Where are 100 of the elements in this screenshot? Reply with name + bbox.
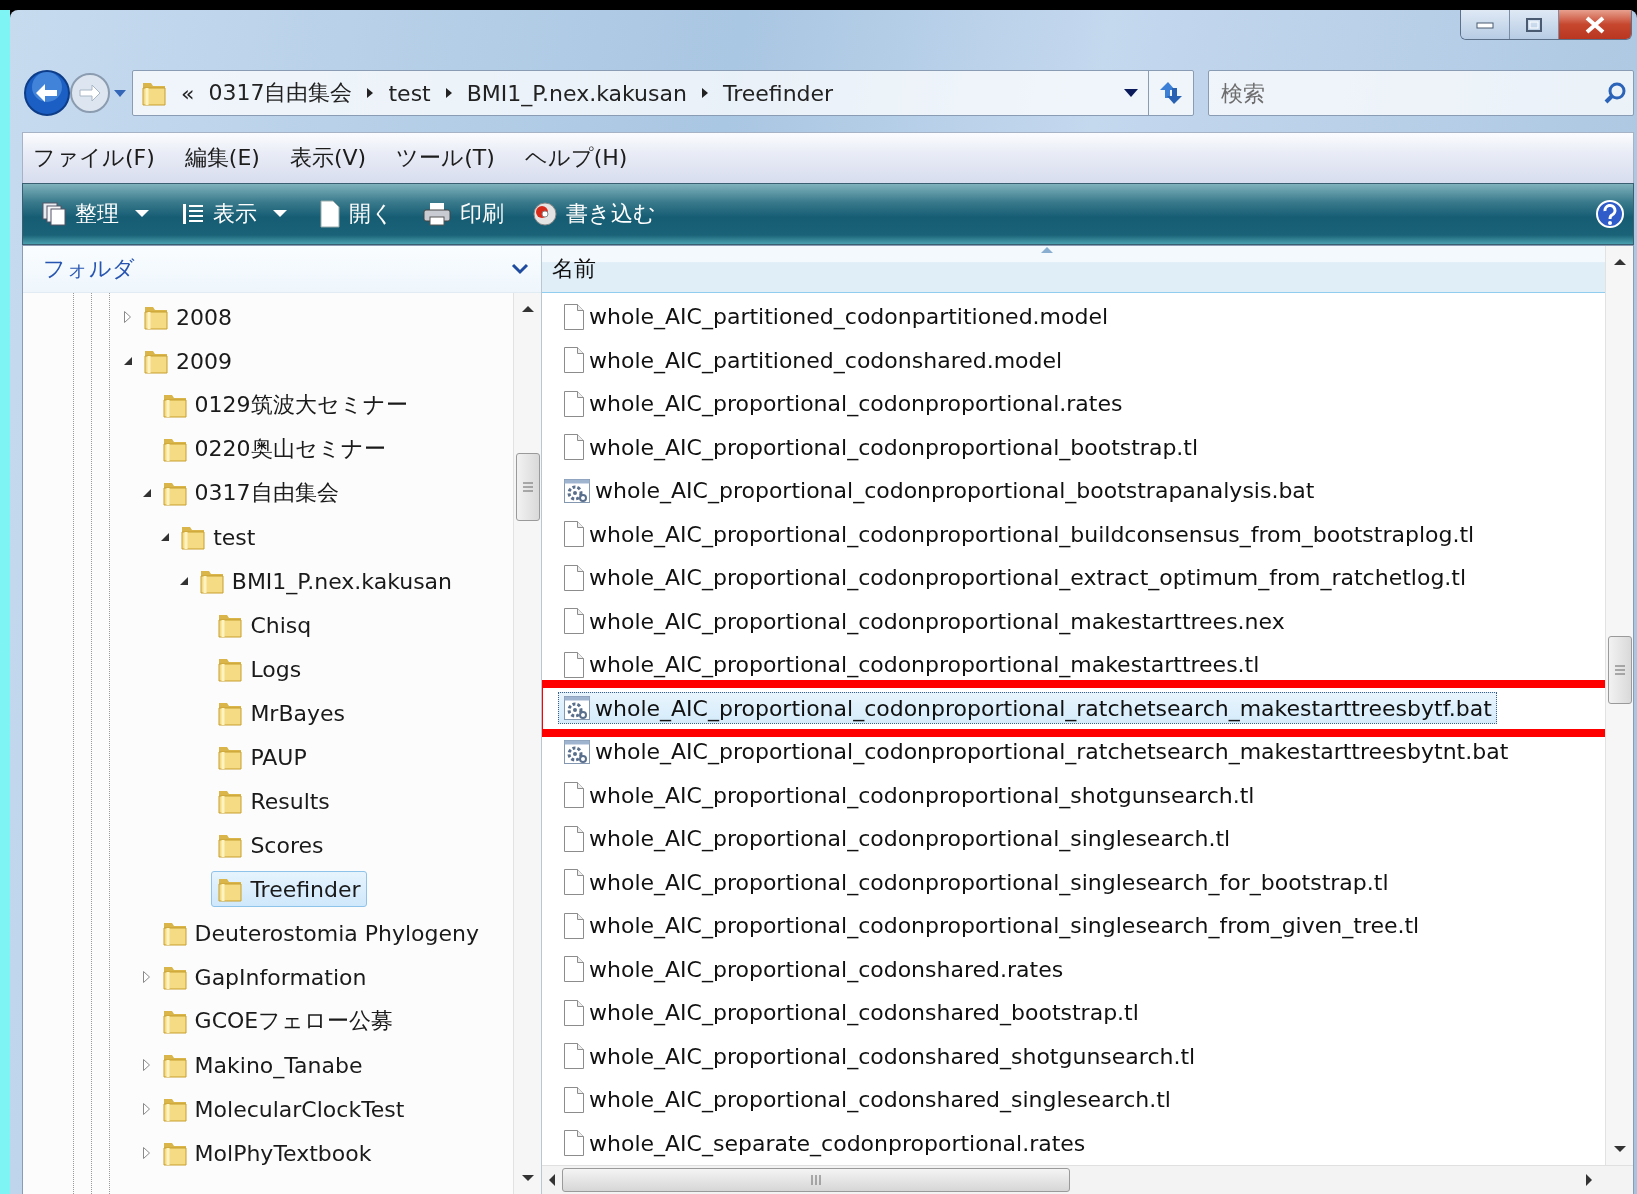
document-icon [563,868,585,897]
scrollbar-thumb[interactable] [562,1168,1070,1192]
document-icon [563,346,585,375]
file-list-item[interactable]: whole_AIC_proportional_codonshared.rates [558,952,1069,987]
minimize-button[interactable] [1461,10,1510,39]
document-icon [563,302,585,331]
collapse-arrow-icon[interactable] [123,356,133,366]
document-icon [563,520,585,549]
document-icon [563,781,585,810]
breadcrumb[interactable]: BMI1_P.nex.kakusan [466,80,687,106]
scroll-left-arrow-icon[interactable] [548,1173,556,1187]
dropdown-caret-icon[interactable] [1124,89,1138,97]
maximize-button[interactable] [1510,10,1559,39]
folder-tree-item[interactable]: 0129筑波大セミナー [155,386,414,424]
search-field[interactable]: 検索 [1219,79,1603,107]
menu-item[interactable]: ヘルプ(H) [524,143,628,173]
minimize-icon [1476,20,1494,29]
file-list-item[interactable]: whole_AIC_proportional_codonshared_bootstrap.tl [558,995,1144,1030]
expand-arrow-icon[interactable] [123,310,133,324]
file-list-item[interactable]: whole_AIC_proportional_codonproportional_ratchetsearch_makestarttreesbytf.bat [558,692,1497,725]
folder-tree-item[interactable]: MrBayes [211,695,351,731]
folder-tree-item[interactable]: 0220奥山セミナー [155,430,392,468]
breadcrumb[interactable]: 0317自由集会 [208,78,353,108]
folder-tree-item[interactable]: Makino_Tanabe [155,1047,369,1083]
scroll-right-arrow-icon[interactable] [1585,1173,1593,1187]
folder-tree-item[interactable]: 0317自由集会 [155,474,345,512]
toolbar-button[interactable]: 印刷 [418,195,508,233]
file-list-item[interactable]: whole_AIC_separate_codonproportional.rates [558,1126,1091,1161]
folder-tree-item[interactable]: Results [211,783,336,819]
collapse-arrow-icon[interactable] [141,488,152,498]
menu-item[interactable]: ツール(T) [396,143,495,173]
expand-arrow-icon[interactable] [141,970,152,984]
expand-arrow-icon[interactable] [141,1058,152,1072]
file-list-item[interactable]: whole_AIC_proportional_codonproportional_makestarttrees.nex [558,604,1290,639]
expand-arrow-icon[interactable] [141,1146,152,1160]
file-list-item[interactable]: whole_AIC_proportional_codonproportional_extract_optimum_from_ratchetlog.tl [558,560,1472,595]
breadcrumb-overflow[interactable]: « [181,80,195,106]
breadcrumb-arrow-icon[interactable] [700,87,709,99]
scroll-up-arrow-icon[interactable] [520,305,535,313]
search-box[interactable]: 検索 [1208,70,1634,116]
document-icon [563,911,585,940]
document-icon [563,650,585,679]
document-icon [563,389,585,418]
expand-arrow-icon[interactable] [141,1102,152,1116]
scrollbar-thumb[interactable] [1607,636,1632,704]
toolbar-button[interactable]: 開く [315,195,398,233]
folder-tree-item[interactable]: Logs [211,651,308,687]
folder-tree-item[interactable]: Treefinder [211,871,367,907]
file-list-item[interactable]: whole_AIC_proportional_codonproportional_bootstrapanalysis.bat [558,474,1320,507]
file-list-item[interactable]: whole_AIC_proportional_codonproportional_bootstrap.tl [558,430,1204,465]
file-list-item[interactable]: whole_AIC_proportional_codonshared_shotgunsearch.tl [558,1039,1201,1074]
collapse-arrow-icon[interactable] [178,576,189,586]
folder-tree-item[interactable]: 2008 [137,299,238,335]
breadcrumb-arrow-icon[interactable] [366,87,375,99]
toolbar-button[interactable]: 書き込む [528,195,660,233]
toolbar-button[interactable]: 整理 [37,195,157,233]
toolbar-button[interactable]: 表示 [177,195,295,233]
back-button[interactable] [22,68,72,118]
scroll-up-arrow-icon[interactable] [1612,258,1627,266]
column-header[interactable]: 名前 [552,254,596,284]
folder-tree-item[interactable]: PAUP [211,739,313,775]
collapse-arrow-icon[interactable] [160,532,171,542]
file-list-item[interactable]: whole_AIC_proportional_codonproportional_singlesearch_from_given_tree.tl [558,908,1425,943]
file-list-item[interactable]: whole_AIC_proportional_codonshared_singlesearch.tl [558,1082,1176,1117]
folder-tree-item[interactable]: Chisq [211,607,318,643]
scroll-down-arrow-icon[interactable] [520,1174,535,1182]
document-icon [319,200,341,228]
scrollbar-thumb[interactable] [515,453,540,521]
search-icon[interactable] [1603,81,1627,105]
chevron-down-icon[interactable] [511,263,529,275]
file-list-item[interactable]: whole_AIC_partitioned_codonpartitioned.model [558,299,1114,334]
folder-tree-item[interactable]: test [174,519,262,555]
breadcrumb[interactable]: Treefinder [722,80,834,106]
file-list-item[interactable]: whole_AIC_proportional_codonproportional.rates [558,386,1128,421]
file-list-item[interactable]: whole_AIC_proportional_codonproportional_ratchetsearch_makestarttreesbytnt.bat [558,735,1514,768]
folder-tree-item[interactable]: MolPhyTextbook [155,1135,378,1171]
menu-item[interactable]: 表示(V) [289,143,367,173]
close-button[interactable] [1559,10,1631,39]
help-icon[interactable] [1595,199,1625,229]
gear-window-icon [563,477,591,504]
file-list-item[interactable]: whole_AIC_proportional_codonproportional_singlesearch.tl [558,821,1236,856]
file-list-item[interactable]: whole_AIC_partitioned_codonshared.model [558,343,1068,378]
folder-tree-item[interactable]: 2009 [137,343,238,379]
folder-tree-item[interactable]: BMI1_P.nex.kakusan [192,563,459,599]
history-dropdown-icon[interactable] [112,88,128,98]
folder-tree-item[interactable]: GCOEフェロー公募 [155,1002,400,1040]
file-list-item[interactable]: whole_AIC_proportional_codonproportional_shotgunsearch.tl [558,778,1260,813]
disc-icon [532,201,558,227]
file-list-item[interactable]: whole_AIC_proportional_codonproportional_makestarttrees.tl [558,647,1265,682]
breadcrumb[interactable]: test [388,80,431,106]
menu-item[interactable]: ファイル(F) [33,143,155,173]
menu-item[interactable]: 編集(E) [184,143,260,173]
folder-tree-item[interactable]: MolecularClockTest [155,1091,411,1127]
folder-tree-item[interactable]: GapInformation [155,959,373,995]
breadcrumb-arrow-icon[interactable] [444,87,453,99]
folder-tree-item[interactable]: Deuterostomia Phylogeny [155,915,486,951]
scroll-down-arrow-icon[interactable] [1612,1145,1627,1153]
folder-tree-item[interactable]: Scores [211,827,330,863]
file-list-item[interactable]: whole_AIC_proportional_codonproportional_buildconsensus_from_bootstraplog.tl [558,517,1480,552]
file-list-item[interactable]: whole_AIC_proportional_codonproportional_singlesearch_for_bootstrap.tl [558,865,1394,900]
